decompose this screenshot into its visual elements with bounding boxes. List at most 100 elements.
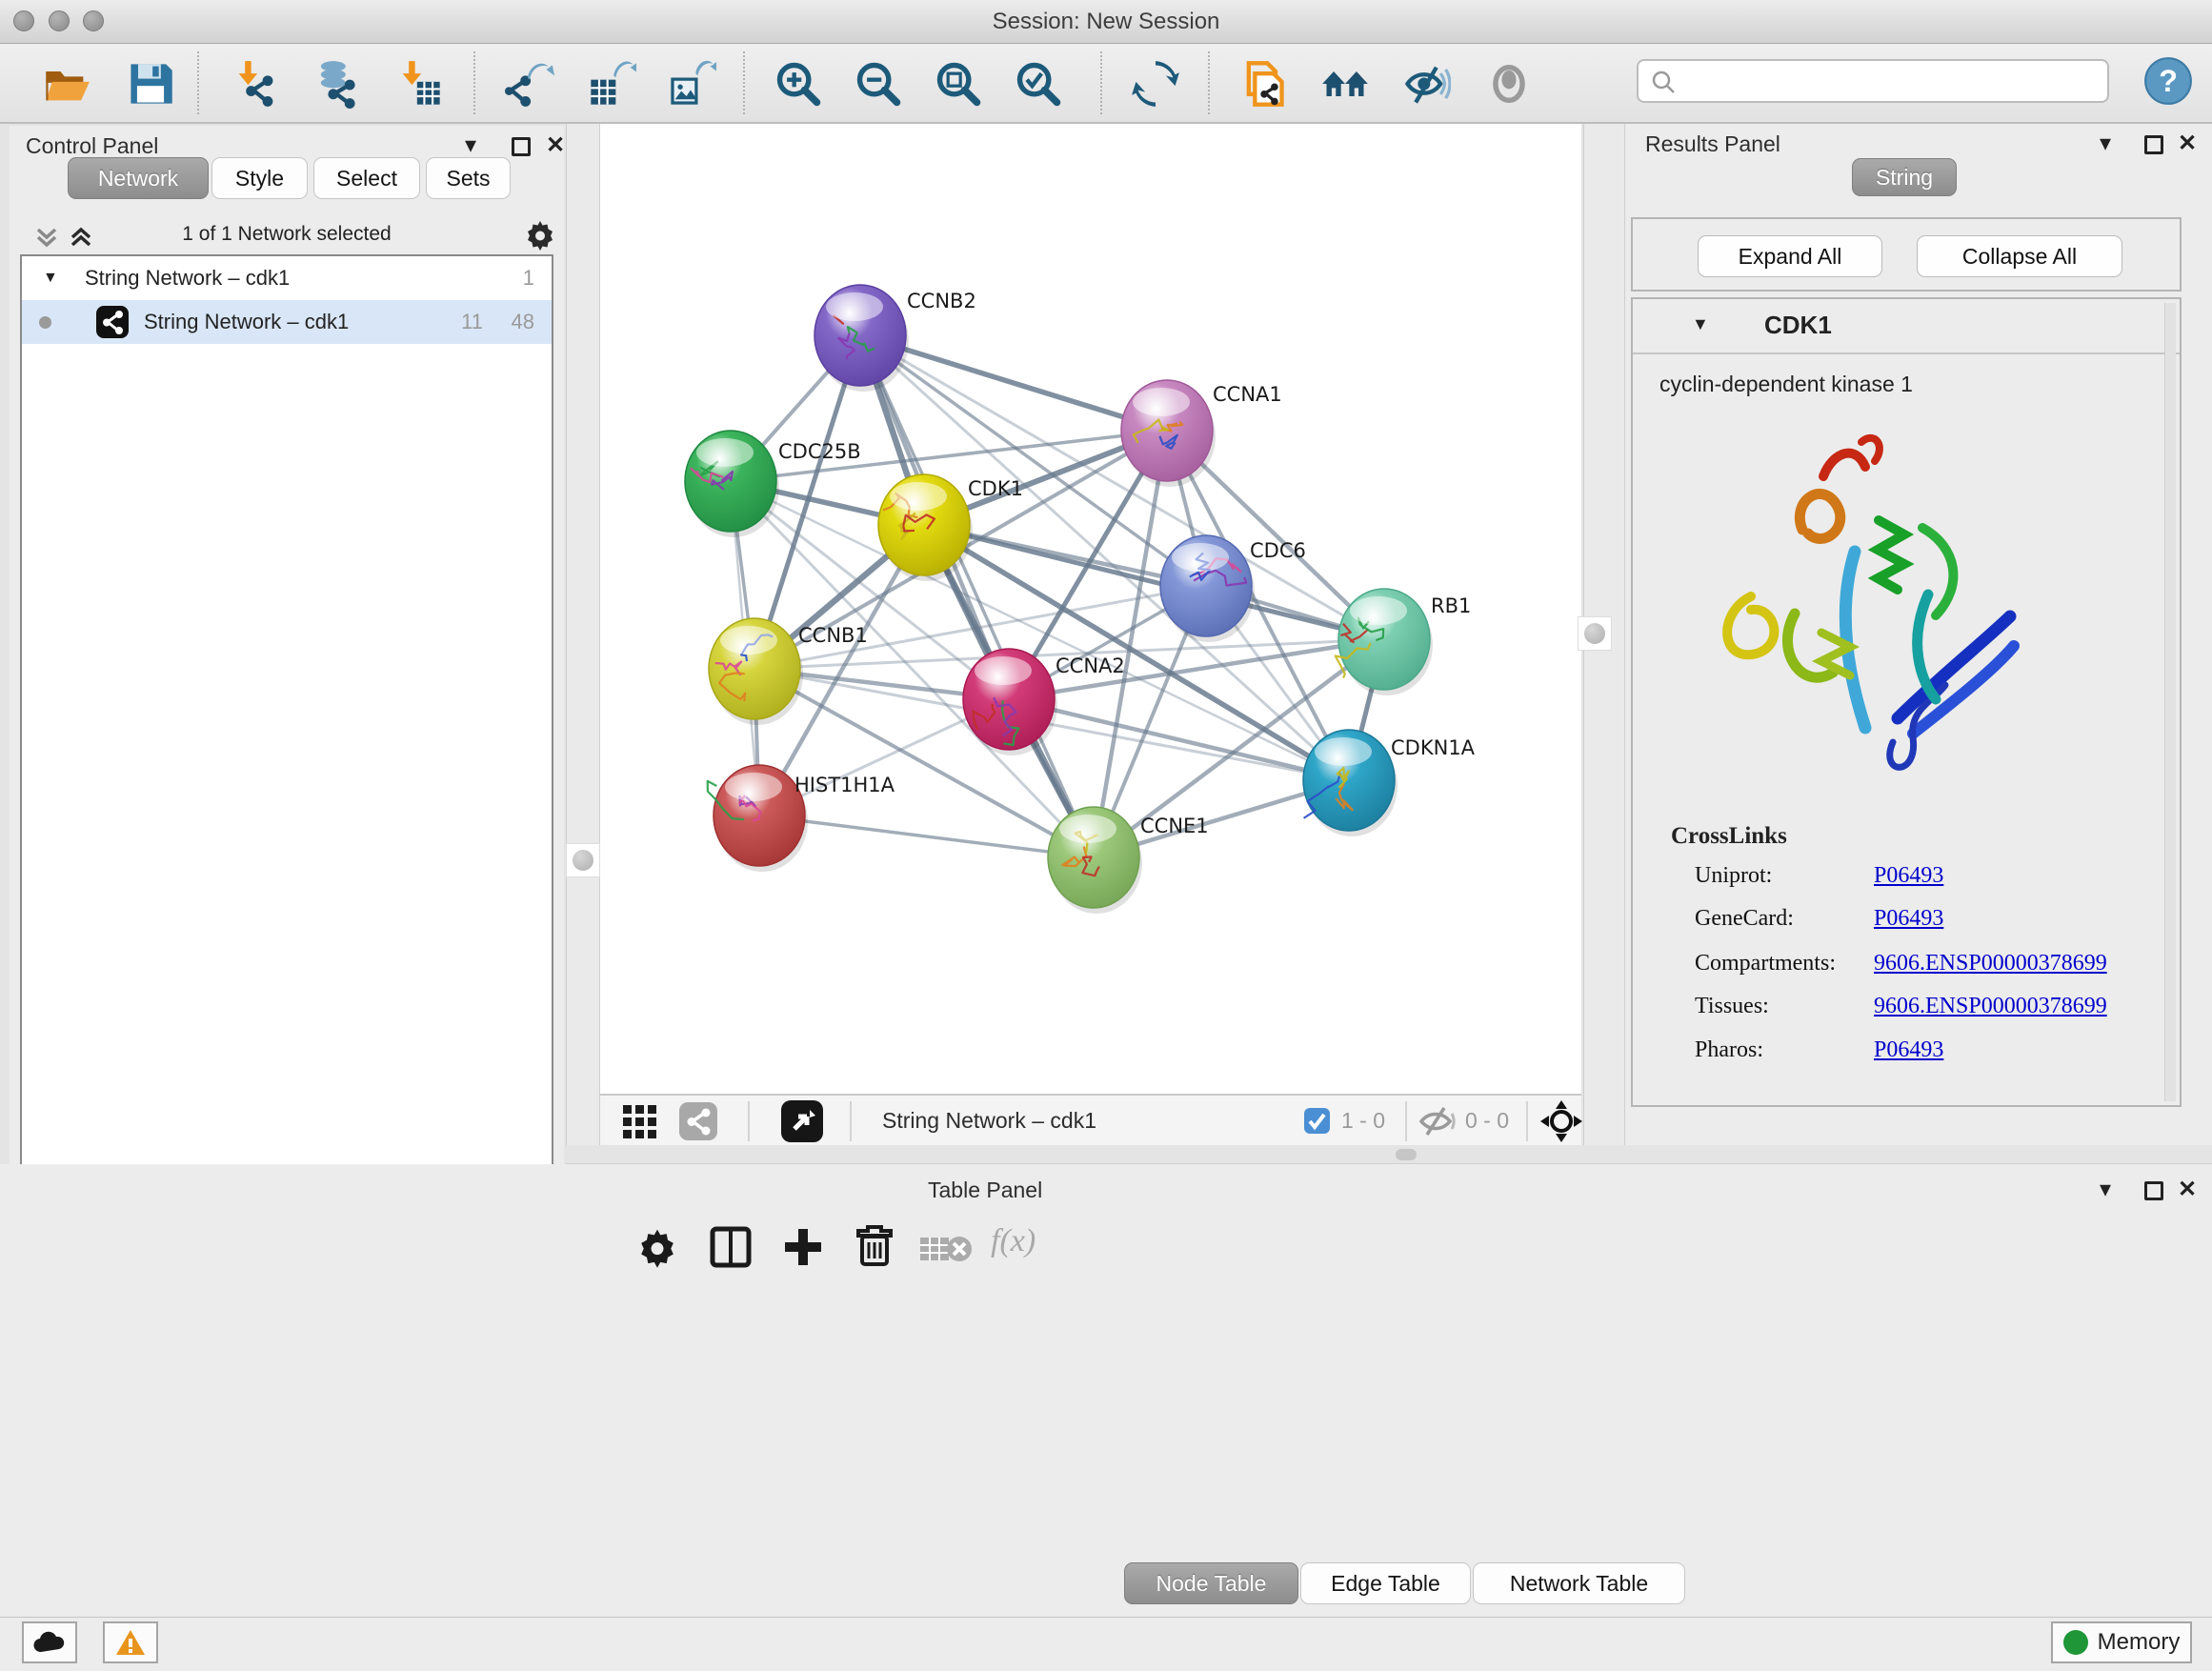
- node-label-CCNA1: CCNA1: [1213, 383, 1282, 406]
- hide-selected-icon[interactable]: [1401, 59, 1451, 109]
- node-label-CDKN1A: CDKN1A: [1391, 736, 1476, 759]
- tab-string[interactable]: String: [1852, 158, 1957, 196]
- toolbar-separator: [850, 1101, 852, 1141]
- network-edge[interactable]: [924, 525, 1384, 639]
- grid-view-icon[interactable]: [622, 1104, 658, 1138]
- memory-button[interactable]: Memory: [2051, 1621, 2192, 1663]
- gene-description: cyclin-dependent kinase 1: [1659, 372, 1913, 397]
- title-bar: Session: New Session: [0, 0, 2212, 44]
- svg-text:?: ?: [2159, 64, 2178, 98]
- network-edge[interactable]: [860, 335, 1094, 857]
- tab-style[interactable]: Style: [211, 157, 308, 199]
- cloud-status-button[interactable]: [22, 1621, 77, 1663]
- crosslink-label: Tissues:: [1695, 994, 1769, 1019]
- hidden-eye-icon[interactable]: [1418, 1106, 1458, 1137]
- tab-network-table[interactable]: Network Table: [1473, 1562, 1685, 1604]
- tab-node-table[interactable]: Node Table: [1124, 1562, 1298, 1604]
- close-panel-icon[interactable]: ✕: [2178, 1176, 2197, 1204]
- gene-name: CDK1: [1764, 311, 1832, 340]
- float-panel-icon[interactable]: ▾: [465, 131, 476, 160]
- selected-checkbox-icon[interactable]: [1304, 1108, 1330, 1134]
- undock-panel-icon[interactable]: [2144, 135, 2163, 159]
- toolbar-separator: [1208, 51, 1210, 114]
- show-all-icon[interactable]: [1484, 59, 1534, 109]
- network-options-gear-icon[interactable]: [524, 219, 556, 252]
- table-panel: Table Panel ▾ ✕ f(x) shared name name ca…: [0, 1164, 2212, 1617]
- zoom-selected-icon[interactable]: [1014, 59, 1063, 109]
- tab-select[interactable]: Select: [313, 157, 420, 199]
- main-toolbar: ?: [0, 44, 2212, 124]
- undock-panel-icon[interactable]: [512, 137, 531, 161]
- collapse-gene-icon[interactable]: ▼: [1692, 314, 1709, 334]
- cytoscape-window: Session: New Session: [0, 0, 2212, 1671]
- float-panel-icon[interactable]: ▾: [2100, 130, 2111, 158]
- zoom-fit-icon[interactable]: [934, 59, 983, 109]
- export-table-icon[interactable]: [587, 59, 636, 109]
- zoom-out-icon[interactable]: [854, 59, 903, 109]
- crosslink-tissues-link[interactable]: 9606.ENSP00000378699: [1874, 994, 2107, 1019]
- table-panel-title: Table Panel: [928, 1178, 1042, 1203]
- network-canvas[interactable]: CCNB2CCNA1CDC25BCDK1CDC6RB1CCNB1CCNA2CDK…: [600, 124, 1581, 1094]
- node-label-CDC6: CDC6: [1250, 539, 1306, 562]
- search-input[interactable]: [1688, 64, 2098, 98]
- network-overview-icon[interactable]: [679, 1102, 717, 1140]
- horizontal-splitter[interactable]: [566, 1145, 2212, 1164]
- refresh-view-icon[interactable]: [1131, 59, 1180, 109]
- fit-content-crosshair-icon[interactable]: [1539, 1099, 1583, 1143]
- network-collection-row[interactable]: ▼ String Network – cdk1 1: [22, 256, 552, 300]
- search-field[interactable]: [1637, 59, 2109, 103]
- close-panel-icon[interactable]: ✕: [2178, 130, 2197, 158]
- crosslink-genecard-link[interactable]: P06493: [1874, 906, 1943, 932]
- results-panel: Results Panel ▾ ✕ String Expand All Coll…: [1625, 124, 2212, 1145]
- crosslink-pharos-link[interactable]: P06493: [1874, 1037, 1943, 1063]
- import-table-icon[interactable]: [394, 59, 444, 109]
- node-label-RB1: RB1: [1431, 594, 1471, 617]
- network-label: String Network – cdk1: [144, 300, 349, 344]
- import-network-database-icon[interactable]: [311, 59, 360, 109]
- close-panel-icon[interactable]: ✕: [546, 131, 565, 160]
- tree-expander-icon[interactable]: ▼: [43, 256, 58, 300]
- export-image-icon[interactable]: [667, 59, 716, 109]
- results-scrollbar[interactable]: [2164, 303, 2176, 1101]
- export-network-icon[interactable]: [505, 59, 554, 109]
- undock-panel-icon[interactable]: [2144, 1181, 2163, 1205]
- function-builder-icon[interactable]: f(x): [991, 1223, 1036, 1259]
- collapse-all-button[interactable]: Collapse All: [1917, 235, 2122, 277]
- left-panel-divider[interactable]: [566, 124, 600, 1145]
- warning-status-button[interactable]: [103, 1621, 158, 1663]
- network-row-selected[interactable]: String Network – cdk1 11 48: [22, 300, 552, 344]
- right-divider-handle[interactable]: [1578, 616, 1612, 651]
- tab-sets[interactable]: Sets: [426, 157, 511, 199]
- table-settings-gear-icon[interactable]: [636, 1227, 678, 1269]
- show-columns-icon[interactable]: [709, 1225, 753, 1269]
- tab-edge-table[interactable]: Edge Table: [1300, 1562, 1471, 1604]
- help-icon[interactable]: ?: [2143, 56, 2193, 106]
- cloud-icon: [32, 1631, 67, 1654]
- save-session-icon[interactable]: [126, 59, 175, 109]
- warning-icon: [115, 1629, 146, 1656]
- birdseye-toggle-icon[interactable]: [781, 1100, 823, 1142]
- home-icon[interactable]: [1320, 59, 1370, 109]
- crosslink-compartments-link[interactable]: 9606.ENSP00000378699: [1874, 951, 2107, 976]
- node-label-HIST1H1A: HIST1H1A: [794, 774, 895, 796]
- crosslink-label: Pharos:: [1695, 1037, 1763, 1063]
- float-panel-icon[interactable]: ▾: [2100, 1176, 2111, 1204]
- expand-all-button[interactable]: Expand All: [1698, 235, 1882, 277]
- toolbar-separator: [743, 51, 745, 114]
- protein-structure-image: [1679, 413, 2041, 795]
- import-network-file-icon[interactable]: [231, 59, 280, 109]
- delete-table-icon[interactable]: [919, 1235, 973, 1263]
- zoom-in-icon[interactable]: [774, 59, 823, 109]
- delete-column-icon[interactable]: [853, 1223, 896, 1269]
- crosslink-label: Uniprot:: [1695, 863, 1772, 889]
- crosslink-label: Compartments:: [1695, 951, 1836, 976]
- crosslink-uniprot-link[interactable]: P06493: [1874, 863, 1943, 889]
- splitter-handle[interactable]: [1396, 1149, 1417, 1160]
- open-session-icon[interactable]: [42, 59, 91, 109]
- network-edge[interactable]: [759, 815, 1094, 857]
- left-divider-handle[interactable]: [566, 843, 600, 877]
- add-column-icon[interactable]: [781, 1225, 825, 1269]
- crosslink-label: GeneCard:: [1695, 906, 1794, 932]
- clone-network-icon[interactable]: [1238, 59, 1288, 109]
- tab-network[interactable]: Network: [68, 157, 209, 199]
